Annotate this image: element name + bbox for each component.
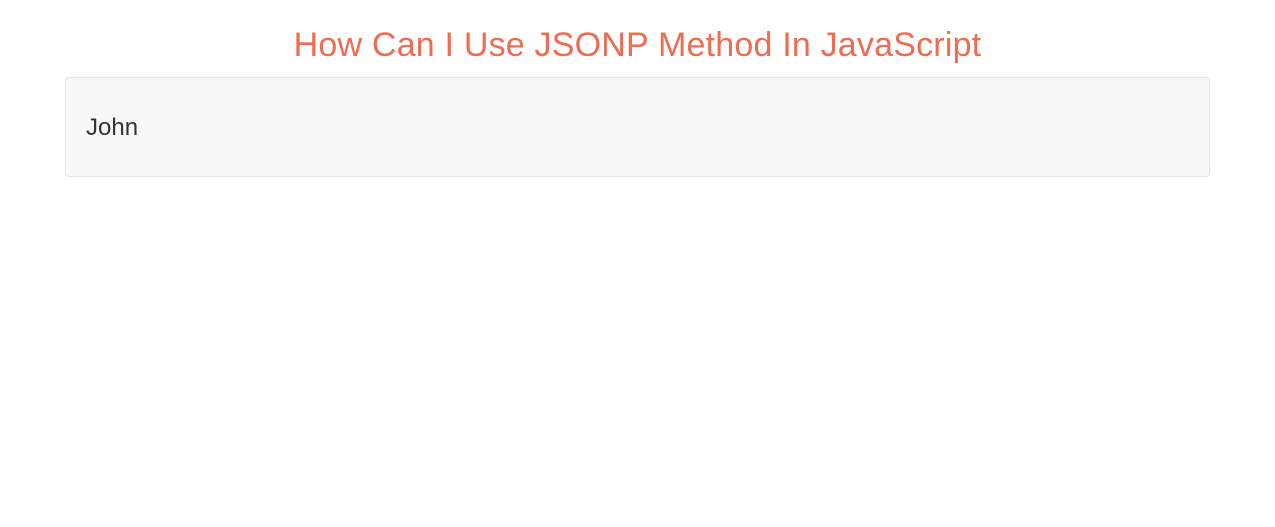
output-text: John xyxy=(86,97,1189,145)
page-title: How Can I Use JSONP Method In JavaScript xyxy=(65,0,1210,77)
main-container: How Can I Use JSONP Method In JavaScript… xyxy=(0,0,1275,177)
output-well: John xyxy=(65,77,1210,177)
